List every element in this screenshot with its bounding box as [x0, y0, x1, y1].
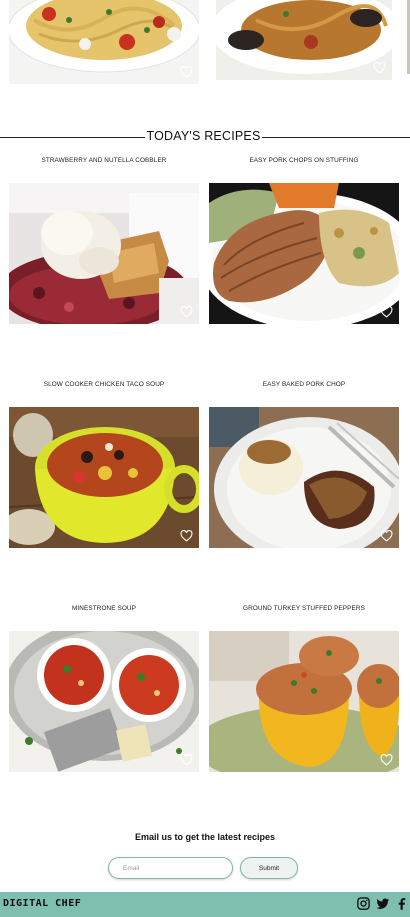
- divider-line: [0, 137, 145, 138]
- recipe-photo-taco-soup[interactable]: [9, 407, 199, 548]
- email-input[interactable]: [108, 857, 233, 879]
- recipe-title[interactable]: EASY PORK CHOPS ON STUFFING: [209, 157, 399, 164]
- recipe-photo-baked-pork-chop[interactable]: [209, 407, 399, 548]
- heart-icon[interactable]: [180, 530, 193, 542]
- section-title: TODAY'S RECIPES: [146, 129, 261, 143]
- instagram-icon[interactable]: [356, 896, 371, 911]
- twitter-icon[interactable]: [375, 896, 390, 911]
- section-heading: TODAY'S RECIPES: [0, 127, 410, 147]
- heart-icon[interactable]: [180, 306, 193, 318]
- heart-icon[interactable]: [380, 306, 393, 318]
- recipe-title[interactable]: STRAWBERRY AND NUTELLA COBBLER: [9, 157, 199, 164]
- newsletter-title: Email us to get the latest recipes: [134, 832, 276, 842]
- heart-icon[interactable]: [373, 62, 386, 74]
- recipe-photo-seafood-pasta[interactable]: [216, 0, 392, 80]
- recipe-photo-cobbler[interactable]: [9, 183, 199, 324]
- recipe-title[interactable]: EASY BAKED PORK CHOP: [209, 381, 399, 388]
- footer: DIGITAL CHEF: [0, 892, 410, 917]
- heart-icon[interactable]: [180, 66, 193, 78]
- recipe-title[interactable]: SLOW COOKER CHICKEN TACO SOUP: [9, 381, 199, 388]
- recipe-photo-pasta[interactable]: [9, 0, 199, 84]
- heart-icon[interactable]: [180, 754, 193, 766]
- recipe-title[interactable]: GROUND TURKEY STUFFED PEPPERS: [209, 605, 399, 612]
- recipe-photo-minestrone[interactable]: [9, 631, 199, 772]
- recipe-photo-stuffed-peppers[interactable]: [209, 631, 399, 772]
- recipe-photo-pork-chop-stuffing[interactable]: [209, 183, 399, 324]
- heart-icon[interactable]: [380, 530, 393, 542]
- recipe-title[interactable]: MINESTRONE SOUP: [9, 605, 199, 612]
- brand-logo[interactable]: DIGITAL CHEF: [3, 898, 81, 909]
- heart-icon[interactable]: [380, 754, 393, 766]
- facebook-icon[interactable]: [394, 896, 409, 911]
- submit-button[interactable]: Submit: [240, 857, 298, 879]
- divider-line: [262, 137, 410, 138]
